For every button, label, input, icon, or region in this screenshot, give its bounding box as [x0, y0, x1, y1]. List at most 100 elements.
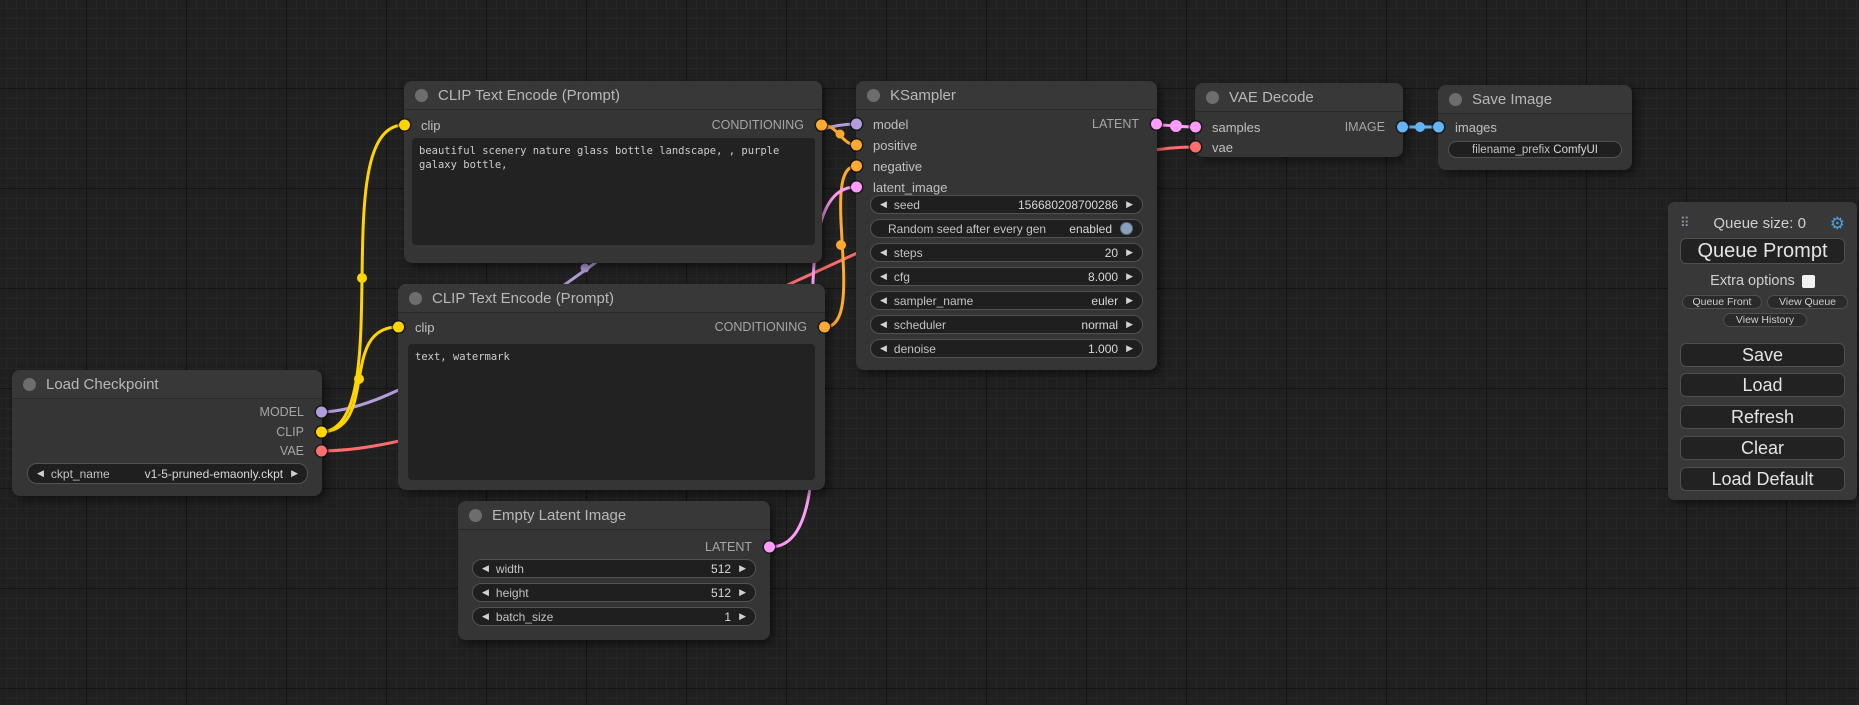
output-slot-latent: LATENT [458, 537, 770, 557]
conditioning-output-port[interactable] [819, 322, 830, 333]
decrement-arrow-icon[interactable]: ◀ [880, 248, 887, 257]
collapse-circle-icon[interactable] [1206, 91, 1219, 104]
drag-handle-icon[interactable]: ⠿ [1680, 215, 1690, 231]
toggle-dot-icon[interactable] [1120, 222, 1133, 235]
node-load-checkpoint[interactable]: Load Checkpoint MODEL CLIP VAE ◀ ckpt_na… [12, 370, 322, 496]
output-slot-vae: VAE [12, 441, 322, 461]
seed-widget[interactable]: ◀ seed 156680208700286 ▶ [870, 195, 1143, 214]
prev-arrow-icon[interactable]: ◀ [37, 469, 44, 478]
height-widget[interactable]: ◀ height 512 ▶ [472, 583, 756, 602]
increment-arrow-icon[interactable]: ▶ [1126, 200, 1133, 209]
view-history-button[interactable]: View History [1723, 313, 1807, 327]
view-queue-button[interactable]: View Queue [1767, 295, 1848, 309]
model-output-port[interactable] [316, 407, 327, 418]
node-title: Save Image [1472, 91, 1552, 108]
next-arrow-icon[interactable]: ▶ [1126, 296, 1133, 305]
denoise-widget[interactable]: ◀ denoise 1.000 ▶ [870, 339, 1143, 358]
positive-prompt-textarea[interactable]: beautiful scenery nature glass bottle la… [412, 138, 815, 245]
width-widget[interactable]: ◀ width 512 ▶ [472, 559, 756, 578]
extra-options-checkbox[interactable] [1802, 275, 1815, 288]
node-vae-decode[interactable]: VAE Decode samples IMAGE vae [1195, 83, 1403, 157]
negative-prompt-textarea[interactable]: text, watermark [408, 344, 815, 480]
load-default-button[interactable]: Load Default [1680, 467, 1845, 491]
vae-input-port[interactable] [1190, 142, 1201, 153]
next-arrow-icon[interactable]: ▶ [1126, 320, 1133, 329]
node-title-bar[interactable]: KSampler [856, 81, 1157, 110]
latent-output-port[interactable] [764, 542, 775, 553]
node-canvas[interactable]: Load Checkpoint MODEL CLIP VAE ◀ ckpt_na… [0, 0, 1859, 705]
filename-prefix-widget[interactable]: filename_prefix ComfyUI [1448, 141, 1622, 158]
vae-output-port[interactable] [316, 446, 327, 457]
node-empty-latent-image[interactable]: Empty Latent Image LATENT ◀ width 512 ▶ … [458, 501, 770, 640]
batch-size-widget[interactable]: ◀ batch_size 1 ▶ [472, 607, 756, 626]
extra-options-label: Extra options [1710, 273, 1795, 289]
increment-arrow-icon[interactable]: ▶ [739, 564, 746, 573]
collapse-circle-icon[interactable] [415, 89, 428, 102]
increment-arrow-icon[interactable]: ▶ [1126, 344, 1133, 353]
node-title-bar[interactable]: Load Checkpoint [12, 370, 322, 399]
collapse-circle-icon[interactable] [867, 89, 880, 102]
node-ksampler[interactable]: KSampler model LATENT positive negative … [856, 81, 1157, 370]
sampler-name-widget[interactable]: ◀ sampler_name euler ▶ [870, 291, 1143, 310]
node-title: CLIP Text Encode (Prompt) [432, 290, 614, 307]
clear-button[interactable]: Clear [1680, 436, 1845, 460]
clip-output-port[interactable] [316, 427, 327, 438]
refresh-button[interactable]: Refresh [1680, 405, 1845, 429]
output-slot-latent: LATENT [856, 114, 1157, 134]
save-button[interactable]: Save [1680, 343, 1845, 367]
decrement-arrow-icon[interactable]: ◀ [880, 272, 887, 281]
latent-output-port[interactable] [1151, 119, 1162, 130]
latent-image-input-port[interactable] [851, 182, 862, 193]
load-button[interactable]: Load [1680, 373, 1845, 397]
node-title: Load Checkpoint [46, 376, 159, 393]
random-seed-toggle[interactable]: Random seed after every gen enabled [870, 219, 1143, 238]
decrement-arrow-icon[interactable]: ◀ [482, 564, 489, 573]
images-input-port[interactable] [1433, 122, 1444, 133]
node-clip-text-encode-positive[interactable]: CLIP Text Encode (Prompt) clip CONDITION… [404, 81, 822, 263]
node-title-bar[interactable]: VAE Decode [1195, 83, 1403, 112]
increment-arrow-icon[interactable]: ▶ [739, 588, 746, 597]
node-title-bar[interactable]: Empty Latent Image [458, 501, 770, 530]
input-slot-vae: vae [1195, 137, 1403, 157]
decrement-arrow-icon[interactable]: ◀ [880, 200, 887, 209]
queue-panel-header: ⠿ Queue size: 0 ⚙ [1668, 214, 1857, 232]
scheduler-widget[interactable]: ◀ scheduler normal ▶ [870, 315, 1143, 334]
increment-arrow-icon[interactable]: ▶ [739, 612, 746, 621]
ckpt-name-widget[interactable]: ◀ ckpt_name v1-5-pruned-emaonly.ckpt ▶ [27, 463, 308, 484]
conditioning-output-port[interactable] [816, 120, 827, 131]
node-title: Empty Latent Image [492, 507, 626, 524]
queue-size-label: Queue size: 0 [1690, 215, 1830, 232]
prev-arrow-icon[interactable]: ◀ [880, 296, 887, 305]
steps-widget[interactable]: ◀ steps 20 ▶ [870, 243, 1143, 262]
node-title-bar[interactable]: Save Image [1438, 85, 1632, 114]
negative-input-port[interactable] [851, 161, 862, 172]
decrement-arrow-icon[interactable]: ◀ [482, 612, 489, 621]
decrement-arrow-icon[interactable]: ◀ [880, 344, 887, 353]
input-slot-images: images [1438, 117, 1632, 137]
input-slot-latent-image: latent_image [856, 177, 1157, 197]
queue-prompt-button[interactable]: Queue Prompt [1680, 238, 1845, 264]
collapse-circle-icon[interactable] [23, 378, 36, 391]
positive-input-port[interactable] [851, 140, 862, 151]
queue-front-button[interactable]: Queue Front [1682, 295, 1762, 309]
collapse-circle-icon[interactable] [469, 509, 482, 522]
increment-arrow-icon[interactable]: ▶ [1126, 248, 1133, 257]
increment-arrow-icon[interactable]: ▶ [1126, 272, 1133, 281]
input-slot-negative: negative [856, 156, 1157, 176]
decrement-arrow-icon[interactable]: ◀ [482, 588, 489, 597]
collapse-circle-icon[interactable] [409, 292, 422, 305]
node-title-bar[interactable]: CLIP Text Encode (Prompt) [404, 81, 822, 110]
node-title-bar[interactable]: CLIP Text Encode (Prompt) [398, 284, 825, 313]
output-slot-conditioning: CONDITIONING [404, 115, 822, 135]
node-title: VAE Decode [1229, 89, 1314, 106]
image-output-port[interactable] [1397, 122, 1408, 133]
extra-options-row: Extra options [1668, 273, 1857, 289]
output-slot-clip: CLIP [12, 422, 322, 442]
settings-gear-icon[interactable]: ⚙ [1830, 215, 1845, 232]
cfg-widget[interactable]: ◀ cfg 8.000 ▶ [870, 267, 1143, 286]
next-arrow-icon[interactable]: ▶ [291, 469, 298, 478]
prev-arrow-icon[interactable]: ◀ [880, 320, 887, 329]
collapse-circle-icon[interactable] [1449, 93, 1462, 106]
node-clip-text-encode-negative[interactable]: CLIP Text Encode (Prompt) clip CONDITION… [398, 284, 825, 490]
node-save-image[interactable]: Save Image images filename_prefix ComfyU… [1438, 85, 1632, 170]
